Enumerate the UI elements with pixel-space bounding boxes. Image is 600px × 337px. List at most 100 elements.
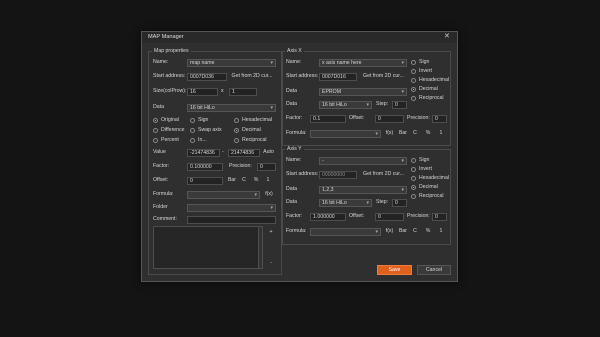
axis-x-step-label: Step: xyxy=(376,101,389,107)
axis-x-offset-input[interactable]: 0 xyxy=(375,115,404,123)
chevron-down-icon: ▾ xyxy=(270,105,273,111)
percent-button[interactable]: % xyxy=(251,177,261,185)
factor-input[interactable]: 0.100000 xyxy=(187,163,223,171)
formula-label: Formula: xyxy=(153,191,174,197)
precision-input[interactable]: 0 xyxy=(257,163,276,171)
auto-button[interactable]: Auto xyxy=(261,149,276,157)
axis-y-get-from-cursor-button[interactable]: Get from 2D cur... xyxy=(359,171,408,179)
invert-checkbox[interactable] xyxy=(190,138,195,143)
axis-y-precision-input[interactable]: 0 xyxy=(432,213,447,221)
comment-input[interactable] xyxy=(187,216,276,224)
axis-y-formula-select[interactable]: ▾ xyxy=(310,228,381,236)
axis-x-precision-input[interactable]: 0 xyxy=(432,115,447,123)
axis-y-offset-input[interactable]: 0 xyxy=(375,213,404,221)
title-bar[interactable]: MAP Manager ✕ xyxy=(142,32,457,43)
axis-x-fx-button[interactable]: f(x) xyxy=(383,130,396,138)
axis-x-dec-radio[interactable] xyxy=(411,87,416,92)
axis-x-data-label: Data xyxy=(286,88,297,94)
axis-y-step-input[interactable]: 0 xyxy=(392,199,407,207)
axis-x-factor-label: Factor: xyxy=(286,115,303,121)
chevron-down-icon: ▾ xyxy=(401,89,404,95)
axis-x-data2-select[interactable]: 16 bit HiLo ▾ xyxy=(319,101,372,109)
value-max-input[interactable]: 21474836 xyxy=(228,149,260,157)
axis-x-step-input[interactable]: 0 xyxy=(392,101,407,109)
folder-label: Folder xyxy=(153,204,168,210)
axis-y-dec-radio[interactable] xyxy=(411,185,416,190)
difference-radio[interactable] xyxy=(153,128,158,133)
sign-checkbox[interactable] xyxy=(190,118,195,123)
axis-y-sign-checkbox[interactable] xyxy=(411,158,416,163)
axis-y-percent-button[interactable]: % xyxy=(423,228,433,236)
axis-x-formula-select[interactable]: ▾ xyxy=(310,130,381,138)
bar-button[interactable]: Bar xyxy=(226,177,238,185)
axis-y-name-label: Name: xyxy=(286,157,302,163)
size-cols-input[interactable]: 16 xyxy=(187,88,218,96)
fx-button[interactable]: f(x) xyxy=(262,191,276,199)
axis-y-name-input[interactable]: - ▾ xyxy=(319,157,407,165)
axis-y-recip-radio[interactable] xyxy=(411,194,416,199)
folder-select[interactable]: ▾ xyxy=(187,204,276,212)
chevron-down-icon: ▾ xyxy=(401,187,404,193)
axis-x-percent-button[interactable]: % xyxy=(423,130,433,138)
chevron-down-icon: ▾ xyxy=(401,60,404,66)
axis-y-factor-input[interactable]: 1.000000 xyxy=(310,213,346,221)
axis-x-get-from-cursor-button[interactable]: Get from 2D cur... xyxy=(359,73,408,81)
percent-radio[interactable] xyxy=(153,138,158,143)
axis-y-data-select[interactable]: 1,2,3 ▾ xyxy=(319,186,407,194)
axis-y-step-label: Step: xyxy=(376,199,389,205)
axis-x-hex-radio[interactable] xyxy=(411,78,416,83)
one-button[interactable]: 1 xyxy=(263,177,273,185)
axis-x-factor-input[interactable]: 0.1 xyxy=(310,115,346,123)
axis-x-one-button[interactable]: 1 xyxy=(436,130,446,138)
reciprocal-radio[interactable] xyxy=(234,138,239,143)
axis-x-recip-radio[interactable] xyxy=(411,96,416,101)
c-button[interactable]: C xyxy=(239,177,249,185)
data-type-select[interactable]: 16 bit HiLo ▾ xyxy=(187,104,276,112)
size-rows-input[interactable]: 1 xyxy=(229,88,257,96)
axis-y-fx-button[interactable]: f(x) xyxy=(383,228,396,236)
difference-label: Difference xyxy=(161,127,185,133)
hexadecimal-radio[interactable] xyxy=(234,118,239,123)
map-name-input[interactable]: map name ▾ xyxy=(187,59,276,67)
axis-x-name-input[interactable]: x axis name here ▾ xyxy=(319,59,407,67)
axis-x-start-input[interactable]: 0007D016 xyxy=(319,73,357,81)
offset-label: Offset: xyxy=(153,177,169,183)
axis-y-factor-label: Factor: xyxy=(286,213,303,219)
value-dash: - xyxy=(222,149,224,155)
close-icon[interactable]: ✕ xyxy=(444,32,450,40)
comment-list[interactable] xyxy=(153,226,263,269)
cancel-button[interactable]: Cancel xyxy=(417,265,451,275)
axis-y-offset-label: Offset: xyxy=(349,213,365,219)
axis-y-invert-checkbox[interactable] xyxy=(411,167,416,172)
chevron-down-icon: ▾ xyxy=(366,102,369,108)
axis-y-c-button[interactable]: C xyxy=(410,228,420,236)
axis-y-bar-button[interactable]: Bar xyxy=(397,228,409,236)
axis-y-data2-select[interactable]: 16 bit HiLo ▾ xyxy=(319,199,372,207)
axis-x-recip-label: Reciprocal xyxy=(419,95,444,101)
axis-y-data-label: Data xyxy=(286,186,297,192)
get-from-cursor-button[interactable]: Get from 2D cur... xyxy=(228,73,276,81)
decimal-radio[interactable] xyxy=(234,128,239,133)
axis-x-bar-button[interactable]: Bar xyxy=(397,130,409,138)
axis-y-hex-radio[interactable] xyxy=(411,176,416,181)
axis-x-c-button[interactable]: C xyxy=(410,130,420,138)
axis-y-start-input[interactable]: 00000000 xyxy=(319,171,357,179)
axis-y-recip-label: Reciprocal xyxy=(419,193,444,199)
hexadecimal-label: Hexadecimal xyxy=(242,117,272,123)
axis-y-one-button[interactable]: 1 xyxy=(436,228,446,236)
swap-axis-checkbox[interactable] xyxy=(190,128,195,133)
comment-list-scrollbar[interactable] xyxy=(258,226,263,269)
formula-select[interactable]: ▾ xyxy=(187,191,260,199)
offset-input[interactable]: 0 xyxy=(187,177,223,185)
axis-x-sign-checkbox[interactable] xyxy=(411,60,416,65)
add-button[interactable]: + xyxy=(266,229,276,237)
value-min-input[interactable]: -21474836 xyxy=(187,149,220,157)
save-button[interactable]: Save xyxy=(377,265,412,275)
axis-x-data-select[interactable]: EPROM ▾ xyxy=(319,88,407,96)
axis-x-invert-checkbox[interactable] xyxy=(411,69,416,74)
chevron-down-icon: ▾ xyxy=(401,158,404,164)
remove-button[interactable]: - xyxy=(266,260,276,268)
original-radio[interactable] xyxy=(153,118,158,123)
axis-y-hex-label: Hexadecimal xyxy=(419,175,449,181)
start-address-input[interactable]: 0007D036 xyxy=(187,73,227,81)
